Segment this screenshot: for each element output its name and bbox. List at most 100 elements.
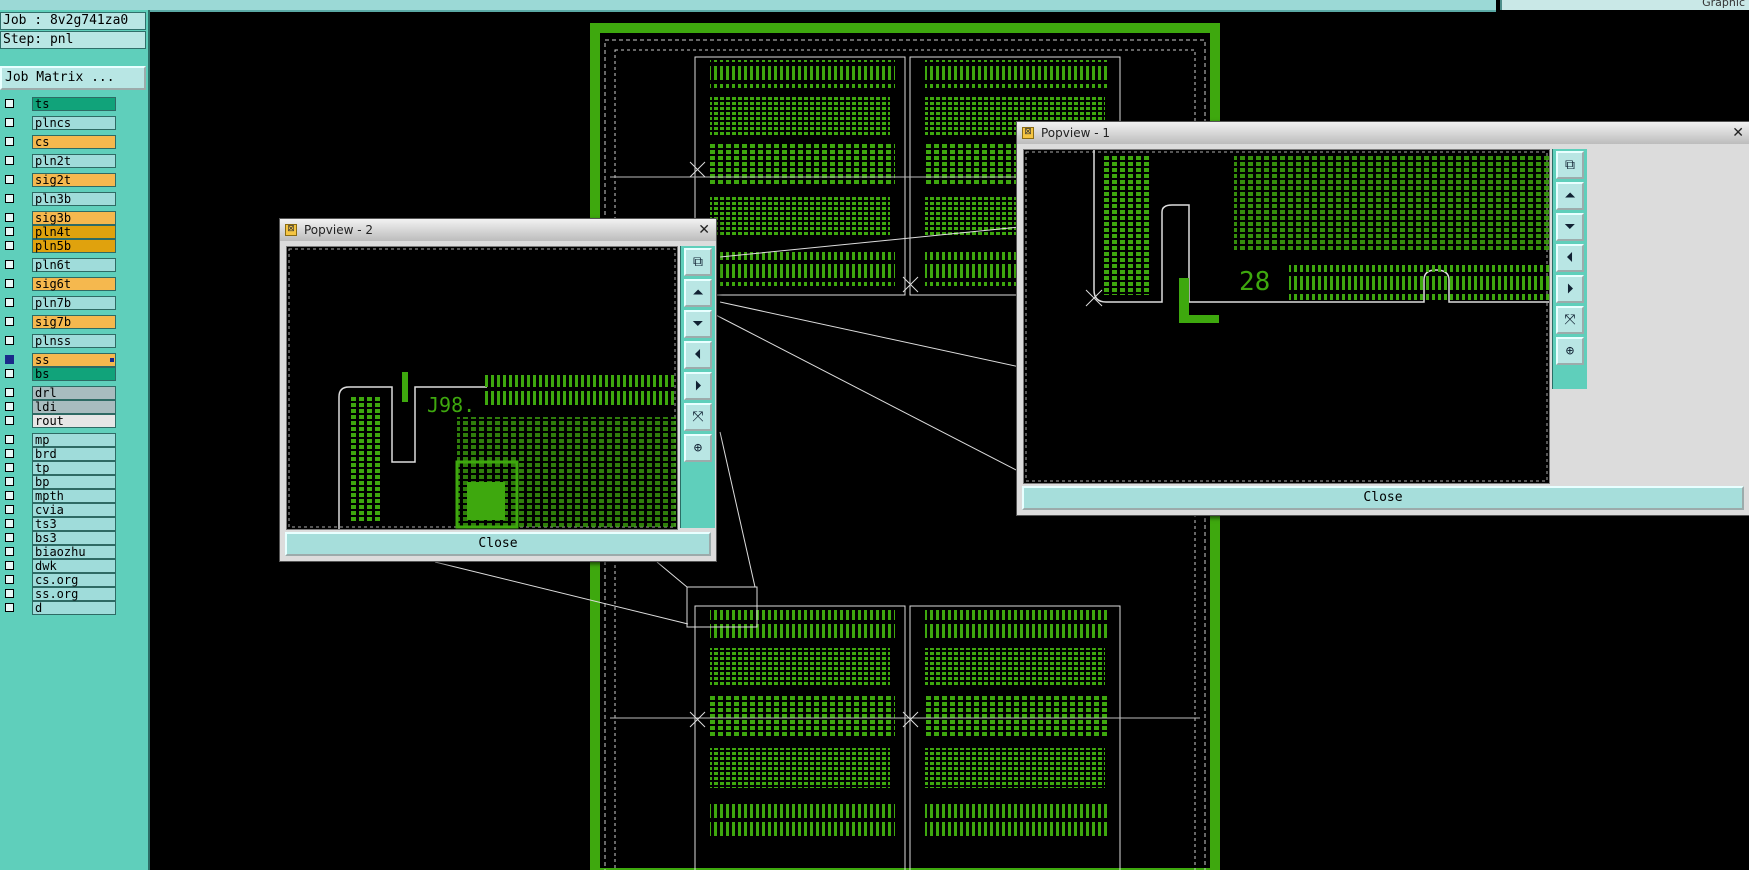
zoom-out-icon[interactable]: ⊕	[1556, 337, 1584, 365]
layer-checkbox[interactable]	[5, 533, 14, 542]
layer-row-cs[interactable]: cs	[0, 134, 120, 150]
pan-left-icon[interactable]: ⏴	[1556, 244, 1584, 272]
popview-1-window[interactable]: ⊠ Popview - 1 ✕ 28 ⧉ ⏶ ⏷ ⏴ ⏵ ⤧ ⊕ Close	[1016, 121, 1749, 516]
layer-row-rout[interactable]: rout	[0, 413, 120, 429]
layer-name[interactable]: mp	[32, 433, 116, 447]
layer-row-plnss[interactable]: plnss	[0, 333, 120, 349]
layer-name[interactable]: pln4t	[32, 225, 116, 239]
zoom-out-icon[interactable]: ⊕	[684, 434, 712, 462]
layer-checkbox[interactable]	[5, 402, 14, 411]
layer-checkbox[interactable]	[5, 241, 14, 250]
layer-name[interactable]: cs	[32, 135, 116, 149]
layer-checkbox[interactable]	[5, 336, 14, 345]
layer-name[interactable]: ts3	[32, 517, 116, 531]
layer-name[interactable]: sig6t	[32, 277, 116, 291]
layer-checkbox[interactable]	[5, 477, 14, 486]
layer-row-pln2t[interactable]: pln2t	[0, 153, 120, 169]
zoom-in-icon[interactable]: ⤧	[684, 403, 712, 431]
zoom-fit-icon[interactable]: ⧉	[1556, 151, 1584, 179]
layer-name[interactable]: biaozhu	[32, 545, 116, 559]
layer-checkbox[interactable]	[5, 317, 14, 326]
layer-row-ts[interactable]: ts	[0, 96, 120, 112]
layer-checkbox[interactable]	[5, 118, 14, 127]
layer-row-sig6t[interactable]: sig6t	[0, 276, 120, 292]
layer-checkbox[interactable]	[5, 99, 14, 108]
layer-row-pln7b[interactable]: pln7b	[0, 295, 120, 311]
layer-name[interactable]: ss.org	[32, 587, 116, 601]
layer-checkbox[interactable]	[5, 505, 14, 514]
layer-name[interactable]: dwk	[32, 559, 116, 573]
layer-checkbox[interactable]	[5, 298, 14, 307]
popview-2-close-button[interactable]: Close	[285, 532, 711, 556]
layer-checkbox[interactable]	[5, 416, 14, 425]
layer-name[interactable]: cs.org	[32, 573, 116, 587]
layer-name[interactable]: pln5b	[32, 239, 116, 253]
layer-checkbox[interactable]	[5, 213, 14, 222]
pan-right-icon[interactable]: ⏵	[1556, 275, 1584, 303]
layer-name[interactable]: rout	[32, 414, 116, 428]
layer-name[interactable]: mpth	[32, 489, 116, 503]
popview-1-viewport[interactable]: 28	[1023, 149, 1550, 484]
pan-up-icon[interactable]: ⏶	[1556, 182, 1584, 210]
layer-row-pln5b[interactable]: pln5b	[0, 238, 120, 254]
layer-checkbox[interactable]	[5, 589, 14, 598]
layer-name[interactable]: d	[32, 601, 116, 615]
pan-up-icon[interactable]: ⏶	[684, 279, 712, 307]
layer-row-d[interactable]: d	[0, 600, 120, 616]
layer-name[interactable]: drl	[32, 386, 116, 400]
pan-left-icon[interactable]: ⏴	[684, 341, 712, 369]
job-matrix-button[interactable]: Job Matrix ...	[0, 66, 146, 90]
layer-checkbox[interactable]	[5, 227, 14, 236]
layer-checkbox[interactable]	[5, 156, 14, 165]
layer-name[interactable]: ts	[32, 97, 116, 111]
layer-checkbox[interactable]	[5, 137, 14, 146]
layer-row-pln3b[interactable]: pln3b	[0, 191, 120, 207]
layer-checkbox[interactable]	[5, 260, 14, 269]
layer-name[interactable]: brd	[32, 447, 116, 461]
layer-name[interactable]: plncs	[32, 116, 116, 130]
layer-name[interactable]: sig3b	[32, 211, 116, 225]
layer-name[interactable]: sig7b	[32, 315, 116, 329]
layer-checkbox[interactable]	[5, 463, 14, 472]
popview-2-window[interactable]: ⊠ Popview - 2 ✕ J98. ⧉ ⏶ ⏷ ⏴ ⏵ ⤧ ⊕ Close	[279, 218, 717, 562]
layer-checkbox[interactable]	[5, 388, 14, 397]
pan-down-icon[interactable]: ⏷	[1556, 213, 1584, 241]
layer-checkbox[interactable]	[5, 355, 14, 364]
close-icon[interactable]: ✕	[698, 219, 710, 241]
pan-down-icon[interactable]: ⏷	[684, 310, 712, 338]
layer-name[interactable]: bs3	[32, 531, 116, 545]
layer-name[interactable]: plnss	[32, 334, 116, 348]
layer-checkbox[interactable]	[5, 175, 14, 184]
layer-row-plncs[interactable]: plncs	[0, 115, 120, 131]
layer-checkbox[interactable]	[5, 194, 14, 203]
popview-2-titlebar[interactable]: ⊠ Popview - 2 ✕	[280, 219, 716, 241]
layer-checkbox[interactable]	[5, 519, 14, 528]
layer-row-bs[interactable]: bs	[0, 366, 120, 382]
layer-name[interactable]: bp	[32, 475, 116, 489]
layer-checkbox[interactable]	[5, 279, 14, 288]
close-icon[interactable]: ✕	[1732, 122, 1744, 144]
layer-name[interactable]: pln7b	[32, 296, 116, 310]
zoom-fit-icon[interactable]: ⧉	[684, 248, 712, 276]
layer-name[interactable]: tp	[32, 461, 116, 475]
layer-name[interactable]: cvia	[32, 503, 116, 517]
layer-checkbox[interactable]	[5, 547, 14, 556]
layer-row-sig2t[interactable]: sig2t	[0, 172, 120, 188]
popview-2-viewport[interactable]: J98.	[286, 246, 678, 530]
layer-name[interactable]: pln3b	[32, 192, 116, 206]
zoom-in-icon[interactable]: ⤧	[1556, 306, 1584, 334]
layer-checkbox[interactable]	[5, 561, 14, 570]
layer-name[interactable]: pln2t	[32, 154, 116, 168]
layer-checkbox[interactable]	[5, 449, 14, 458]
layer-name[interactable]: pln6t	[32, 258, 116, 272]
layer-checkbox[interactable]	[5, 603, 14, 612]
layer-row-sig7b[interactable]: sig7b	[0, 314, 120, 330]
layer-name[interactable]: ldi	[32, 400, 116, 414]
popview-1-close-button[interactable]: Close	[1022, 486, 1744, 510]
layer-name[interactable]: bs	[32, 367, 116, 381]
layer-checkbox[interactable]	[5, 369, 14, 378]
layer-row-pln6t[interactable]: pln6t	[0, 257, 120, 273]
layer-checkbox[interactable]	[5, 491, 14, 500]
layer-checkbox[interactable]	[5, 435, 14, 444]
layer-name[interactable]: sig2t	[32, 173, 116, 187]
